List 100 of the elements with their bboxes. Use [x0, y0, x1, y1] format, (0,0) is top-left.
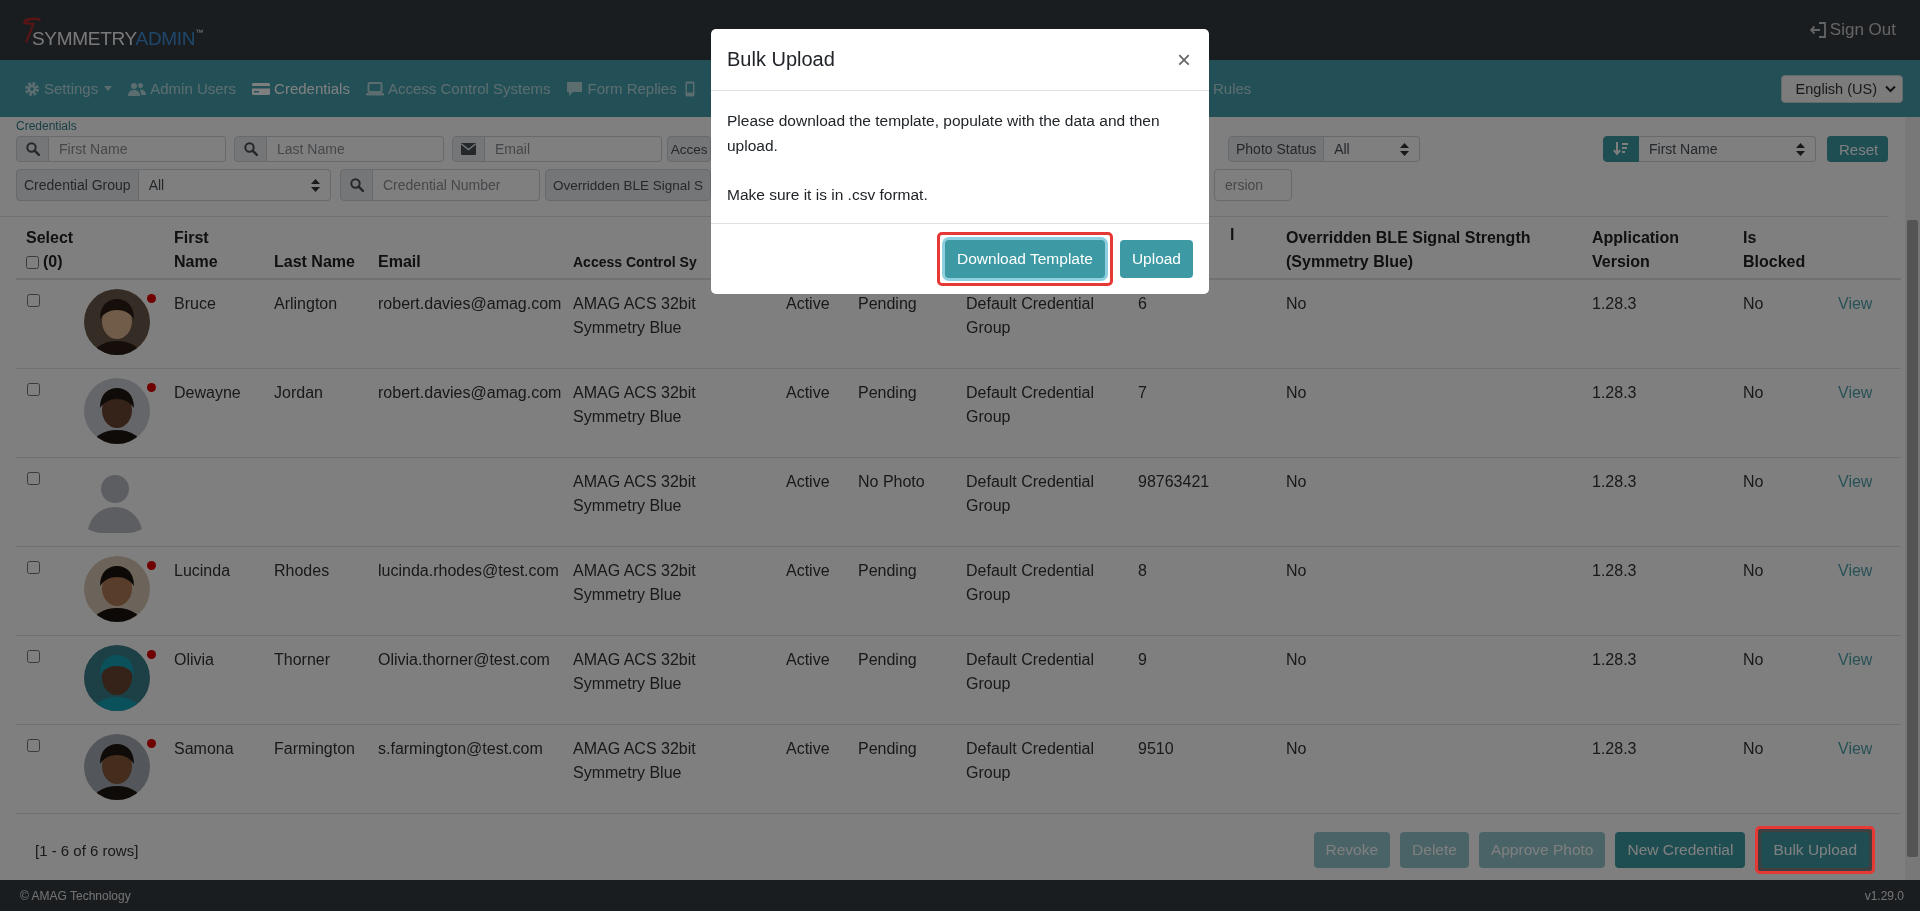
access-system: AMAG ACS 32bit Symmetry Blue — [573, 383, 697, 427]
reset-button[interactable]: Reset — [1827, 136, 1888, 162]
view-link[interactable]: View — [1838, 740, 1873, 757]
filter-select[interactable]: All — [1324, 136, 1420, 162]
access-system: AMAG ACS 32bit Symmetry Blue — [573, 472, 697, 516]
view-link[interactable]: View — [1838, 295, 1873, 312]
search-field[interactable]: First Name — [49, 136, 226, 162]
view-link[interactable]: View — [1838, 473, 1873, 490]
view-link[interactable]: View — [1838, 651, 1873, 668]
credential-number: 9 — [1138, 650, 1148, 670]
column-header: First Name — [173, 228, 219, 272]
app-version: 1.28.3 — [1592, 650, 1638, 670]
ble-override: No — [1286, 739, 1308, 759]
app-version: 1.28.3 — [1592, 294, 1638, 314]
credential-group: Default Credential Group — [966, 559, 1116, 607]
column-header: Last Name — [273, 252, 356, 272]
blocked-status: No — [1743, 383, 1765, 403]
column-header: Overridden BLE Signal Strength (Symmetry Blue) — [1285, 228, 1532, 272]
breadcrumb-link[interactable]: Credentials — [16, 119, 77, 133]
view-link[interactable]: View — [1838, 384, 1873, 401]
status-text: Active — [786, 294, 831, 314]
sort-select[interactable]: First Name — [1639, 136, 1816, 162]
status-text: Active — [786, 739, 831, 759]
filter-label: Photo Status — [1228, 136, 1325, 162]
dialog-text: Make sure it is in .csv format. — [727, 185, 929, 205]
last-name: Arlington — [274, 294, 339, 314]
dialog-button[interactable]: Upload — [1119, 240, 1193, 278]
column-header: Is Blocked — [1742, 228, 1803, 272]
access-system: AMAG ACS 32bit Symmetry Blue — [573, 561, 697, 605]
photo-status: Pending — [858, 650, 918, 670]
credential-number: 8 — [1138, 561, 1148, 581]
credential-group: Default Credential Group — [966, 648, 1116, 696]
last-name: Jordan — [274, 383, 324, 403]
first-name: Samona — [174, 739, 235, 759]
app-logo: SYMMETRYADMIN™ — [32, 28, 203, 50]
search-field[interactable]: Last Name — [267, 136, 444, 162]
status-text: Active — [786, 650, 831, 670]
blocked-status: No — [1743, 650, 1765, 670]
blocked-status: No — [1743, 294, 1765, 314]
search-field[interactable]: Email — [485, 136, 662, 162]
email-address: lucinda.rhodes@test.com — [378, 561, 559, 581]
version-text: v1.29.0 — [1864, 888, 1904, 903]
credential-group: Default Credential Group — [966, 470, 1116, 518]
credential-group: Default Credential Group — [966, 381, 1116, 429]
access-system: AMAG ACS 32bit Symmetry Blue — [573, 739, 697, 783]
credential-group: Default Credential Group — [966, 292, 1116, 340]
ble-override: No — [1286, 561, 1308, 581]
view-link[interactable]: View — [1838, 562, 1873, 579]
first-name: Dewayne — [174, 383, 242, 403]
photo-status: Pending — [858, 739, 918, 759]
column-header: Access Control Sy — [572, 253, 698, 272]
photo-status: Pending — [858, 294, 918, 314]
column-header: Select — [26, 228, 75, 248]
email-address: Olivia.thorner@test.com — [378, 650, 551, 670]
last-name: Farmington — [274, 739, 356, 759]
access-system: AMAG ACS 32bit Symmetry Blue — [573, 294, 697, 338]
blocked-status: No — [1743, 739, 1765, 759]
app-version: 1.28.3 — [1592, 561, 1638, 581]
credential-number: 98763421 — [1138, 472, 1211, 492]
last-name: Rhodes — [274, 561, 331, 581]
first-name: Olivia — [174, 650, 215, 670]
credential-group: Default Credential Group — [966, 737, 1116, 785]
filter-label: Acces — [667, 136, 711, 162]
blocked-status: No — [1743, 561, 1765, 581]
ble-override: No — [1286, 383, 1308, 403]
credential-number: 7 — [1138, 383, 1148, 403]
status-text: Active — [786, 472, 831, 492]
status-text: Active — [786, 561, 831, 581]
app-version: 1.28.3 — [1592, 472, 1638, 492]
app-version: 1.28.3 — [1592, 739, 1638, 759]
close-button[interactable]: × — [1177, 47, 1191, 72]
first-name: Lucinda — [174, 561, 232, 581]
credential-number: 9510 — [1138, 739, 1175, 759]
filter-label: Overridden BLE Signal S — [545, 169, 711, 201]
ble-override: No — [1286, 472, 1308, 492]
filter-label: Credential Group — [16, 169, 139, 201]
dialog-button[interactable]: Download Template — [945, 240, 1105, 278]
column-header: l — [1230, 225, 1235, 245]
email-address: s.farmington@test.com — [378, 739, 544, 759]
sign-out-link[interactable]: Sign Out — [1809, 20, 1896, 40]
photo-status: Pending — [858, 383, 918, 403]
dialog-text: Please download the template, populate with the data and then upload. — [727, 111, 1161, 156]
selected-count: (0) — [43, 252, 63, 272]
search-field[interactable]: ersion — [1214, 169, 1292, 201]
access-system: AMAG ACS 32bit Symmetry Blue — [573, 650, 697, 694]
language-select[interactable]: English (US) — [1780, 74, 1903, 103]
nav-link[interactable]: Credentials — [252, 80, 350, 97]
action-button[interactable]: Bulk Upload — [1761, 832, 1869, 868]
search-field[interactable]: Credential Number — [373, 169, 540, 201]
ble-override: No — [1286, 294, 1308, 314]
column-header: Email — [377, 252, 422, 272]
app-version: 1.28.3 — [1592, 383, 1638, 403]
action-button[interactable]: New Credential — [1615, 832, 1746, 868]
ble-override: No — [1286, 650, 1308, 670]
filter-select[interactable]: All — [138, 169, 331, 201]
photo-status: Pending — [858, 561, 918, 581]
photo-status: No Photo — [858, 472, 926, 492]
column-header: Application Version — [1591, 228, 1681, 272]
dialog-title: Bulk Upload — [727, 48, 835, 71]
first-name: Bruce — [174, 294, 217, 314]
